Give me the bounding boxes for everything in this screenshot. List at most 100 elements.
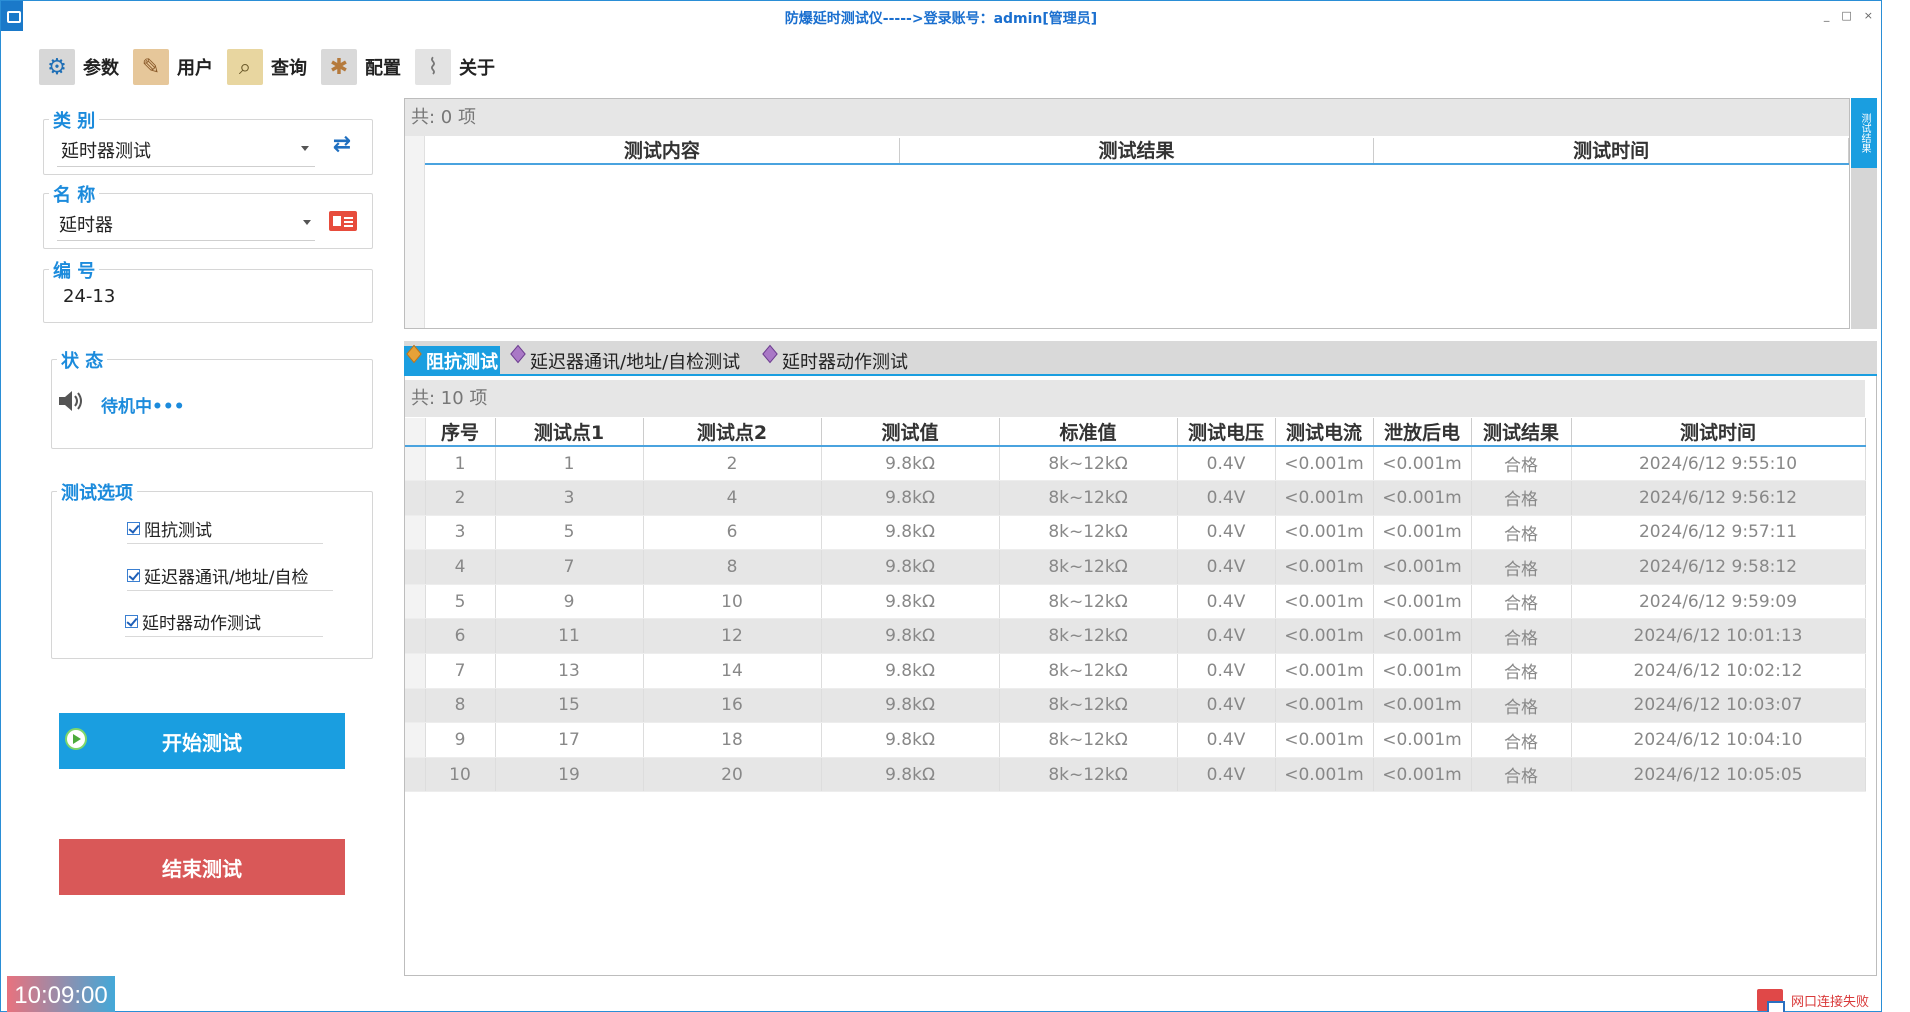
table-cell: 16 (643, 688, 822, 724)
option-impedance-test[interactable]: 阻抗测试 (127, 516, 323, 544)
name-select[interactable]: 延时器 (59, 211, 113, 237)
table-cell: 15 (495, 688, 644, 724)
combo-underline (57, 240, 315, 241)
toolbar-config-button[interactable]: ✱ 配置 (321, 49, 401, 85)
table-cell: 0.4V (1177, 515, 1276, 551)
table-row[interactable]: 1 1 2 9.8kΩ 8k~12kΩ 0.4V <0.001m <0.001m 合格 2024/… (405, 446, 1866, 482)
id-card-icon[interactable] (329, 211, 357, 231)
column-header[interactable]: 测试结果 (900, 138, 1375, 163)
column-header[interactable]: 测试电压 (1177, 418, 1276, 447)
table-cell: 9.8kΩ (821, 618, 1000, 655)
column-header[interactable]: 测试时间 (1571, 418, 1866, 447)
column-header[interactable]: 序号 (425, 418, 496, 447)
checkbox-checked[interactable] (127, 569, 140, 582)
category-select[interactable]: 延时器测试 (61, 137, 151, 163)
table-row[interactable]: 7 13 14 9.8kΩ 8k~12kΩ 0.4V <0.001m <0.001m 合格 202… (405, 653, 1866, 689)
toolbar-label: 关于 (459, 58, 495, 79)
results-side-tab[interactable]: 测试结果 (1851, 98, 1877, 168)
table-cell: 18 (643, 722, 822, 758)
maximize-button[interactable]: □ (1841, 9, 1851, 22)
start-test-button[interactable]: 开始测试 (59, 713, 345, 769)
table-cell: 8k~12kΩ (999, 688, 1178, 724)
table-cell: 9.8kΩ (821, 549, 1000, 585)
table-row[interactable]: 10 19 20 9.8kΩ 8k~12kΩ 0.4V <0.001m <0.001m 合格 20… (405, 757, 1866, 793)
table-cell: 3 (425, 515, 496, 551)
row-header-gutter (405, 136, 425, 328)
table-cell: 合格 (1471, 549, 1572, 585)
column-header[interactable]: 测试点2 (643, 418, 822, 447)
table-cell: <0.001m (1373, 584, 1472, 620)
table-row[interactable]: 9 17 18 9.8kΩ 8k~12kΩ 0.4V <0.001m <0.001m 合格 202… (405, 722, 1866, 758)
row-gutter (405, 549, 426, 585)
table-row[interactable]: 3 5 6 9.8kΩ 8k~12kΩ 0.4V <0.001m <0.001m 合格 2024/… (405, 515, 1866, 551)
tab-action[interactable]: 延时器动作测试 (760, 344, 908, 376)
table-cell: <0.001m (1275, 446, 1374, 482)
toolbar-about-button[interactable]: ⌇ 关于 (415, 49, 495, 85)
cube-icon (406, 344, 422, 364)
column-header[interactable]: 测试结果 (1471, 418, 1572, 447)
table-cell: <0.001m (1373, 757, 1472, 793)
column-header[interactable]: 测试内容 (425, 138, 900, 163)
clock: 10:09:00 (7, 976, 115, 1012)
table-row[interactable]: 5 9 10 9.8kΩ 8k~12kΩ 0.4V <0.001m <0.001m 合格 2024… (405, 584, 1866, 620)
table-cell: 0.4V (1177, 618, 1276, 655)
table-cell: 2 (425, 480, 496, 516)
table-cell: 2024/6/12 9:58:12 (1571, 549, 1866, 585)
toolbar-params-button[interactable]: ⚙ 参数 (39, 49, 119, 85)
tab-comm[interactable]: 延迟器通讯/地址/自检测试 (508, 344, 740, 376)
option-comm-test[interactable]: 延迟器通讯/地址/自检 (127, 563, 333, 591)
row-gutter (405, 418, 426, 447)
end-test-button[interactable]: 结束测试 (59, 839, 345, 895)
main-window: 防爆延时测试仪----->登录账号：admin[管理员] _ □ × ⚙ 参数 … (0, 0, 1882, 1012)
toolbar-users-button[interactable]: ✎ 用户 (133, 49, 213, 85)
table-cell: 14 (643, 653, 822, 689)
chevron-down-icon[interactable] (301, 146, 309, 151)
row-gutter (405, 515, 426, 551)
table-cell: <0.001m (1275, 480, 1374, 516)
chevron-down-icon[interactable] (303, 220, 311, 225)
column-header[interactable]: 测试时间 (1374, 138, 1850, 163)
status-value: 待机中••• (101, 397, 185, 417)
checkbox-checked[interactable] (127, 522, 140, 535)
table-cell: <0.001m (1373, 722, 1472, 758)
option-label: 延时器动作测试 (142, 614, 261, 634)
table-cell: 9.8kΩ (821, 584, 1000, 620)
table-cell: 4 (643, 480, 822, 516)
column-header[interactable]: 泄放后电 (1373, 418, 1472, 447)
row-gutter (405, 584, 426, 620)
table-cell: 合格 (1471, 688, 1572, 724)
minimize-button[interactable]: _ (1824, 9, 1830, 22)
checkbox-checked[interactable] (125, 615, 138, 628)
table-row[interactable]: 8 15 16 9.8kΩ 8k~12kΩ 0.4V <0.001m <0.001m 合格 202… (405, 688, 1866, 724)
toolbar-query-button[interactable]: ⌕ 查询 (227, 49, 307, 85)
table-row[interactable]: 6 11 12 9.8kΩ 8k~12kΩ 0.4V <0.001m <0.001m 合格 202… (405, 618, 1866, 655)
close-button[interactable]: × (1864, 9, 1873, 22)
table-cell: 19 (495, 757, 644, 793)
table-row[interactable]: 2 3 4 9.8kΩ 8k~12kΩ 0.4V <0.001m <0.001m 合格 2024/… (405, 480, 1866, 516)
tab-impedance[interactable]: 阻抗测试 (404, 344, 500, 376)
window-controls: _ □ × (1824, 9, 1873, 22)
table-cell: <0.001m (1275, 653, 1374, 689)
code-input[interactable]: 24-13 (63, 286, 115, 307)
option-action-test[interactable]: 延时器动作测试 (125, 609, 323, 637)
table-cell: 13 (495, 653, 644, 689)
table-cell: <0.001m (1275, 515, 1374, 551)
table-cell: 8k~12kΩ (999, 480, 1178, 516)
toolbar-label: 查询 (271, 58, 307, 79)
table-cell: 8k~12kΩ (999, 722, 1178, 758)
column-header[interactable]: 标准值 (999, 418, 1178, 447)
refresh-icon[interactable]: ⇄ (329, 134, 355, 156)
table-row[interactable]: 4 7 8 9.8kΩ 8k~12kΩ 0.4V <0.001m <0.001m 合格 2024/… (405, 549, 1866, 585)
column-header[interactable]: 测试电流 (1275, 418, 1374, 447)
table-cell: 12 (643, 618, 822, 655)
table-cell: 0.4V (1177, 549, 1276, 585)
table-cell: 2024/6/12 10:05:05 (1571, 757, 1866, 793)
results-count: 共: 0 项 (405, 99, 1849, 136)
column-header[interactable]: 测试值 (821, 418, 1000, 447)
row-gutter (405, 757, 426, 793)
table-cell: <0.001m (1373, 446, 1472, 482)
column-header[interactable]: 测试点1 (495, 418, 644, 447)
table-cell: 9.8kΩ (821, 688, 1000, 724)
table-cell: 2024/6/12 9:59:09 (1571, 584, 1866, 620)
table-header-row: 序号 测试点1 测试点2 测试值 标准值 测试电压 测试电流 泄放后电 测试结果… (405, 418, 1866, 447)
